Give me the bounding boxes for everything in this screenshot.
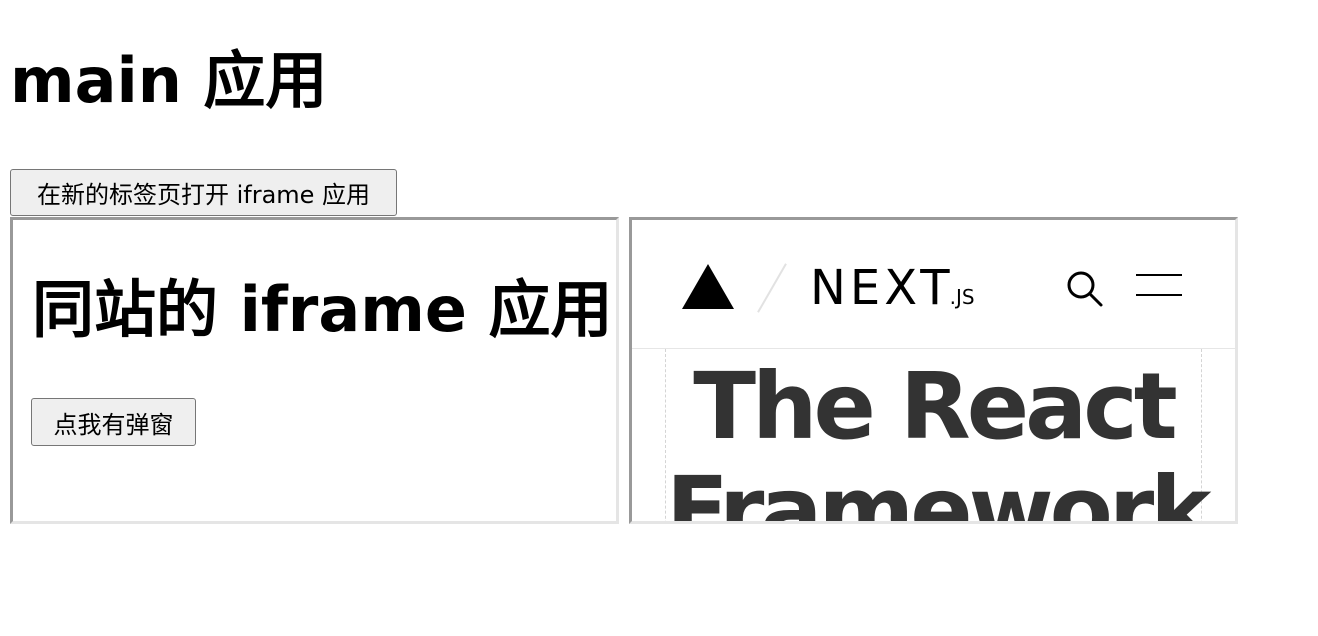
open-iframe-in-new-tab-button[interactable]: 在新的标签页打开 iframe 应用	[10, 169, 397, 216]
hero-line-2: Framework	[666, 457, 1211, 524]
nextjs-logo-word: NEXT	[810, 260, 954, 316]
nextjs-logo[interactable]: NEXT.JS	[810, 260, 975, 316]
nextjs-iframe[interactable]: NEXT.JS The React Framework	[629, 217, 1238, 524]
popup-button[interactable]: 点我有弹窗	[31, 398, 196, 446]
menu-icon[interactable]	[1136, 270, 1182, 300]
vercel-triangle-icon[interactable]	[682, 264, 734, 309]
search-icon[interactable]	[1064, 268, 1104, 308]
page-title: main 应用	[10, 44, 328, 117]
nextjs-logo-suffix: .JS	[949, 285, 975, 309]
same-site-iframe[interactable]: 同站的 iframe 应用 点我有弹窗	[10, 217, 619, 524]
hero-line-1: The React	[693, 353, 1178, 460]
logo-divider	[757, 263, 787, 313]
nextjs-header: NEXT.JS	[632, 220, 1235, 349]
nextjs-hero-area: The React Framework	[665, 349, 1211, 522]
iframe-title: 同站的 iframe 应用	[32, 273, 613, 346]
hero-heading: The React Framework	[666, 353, 1211, 522]
